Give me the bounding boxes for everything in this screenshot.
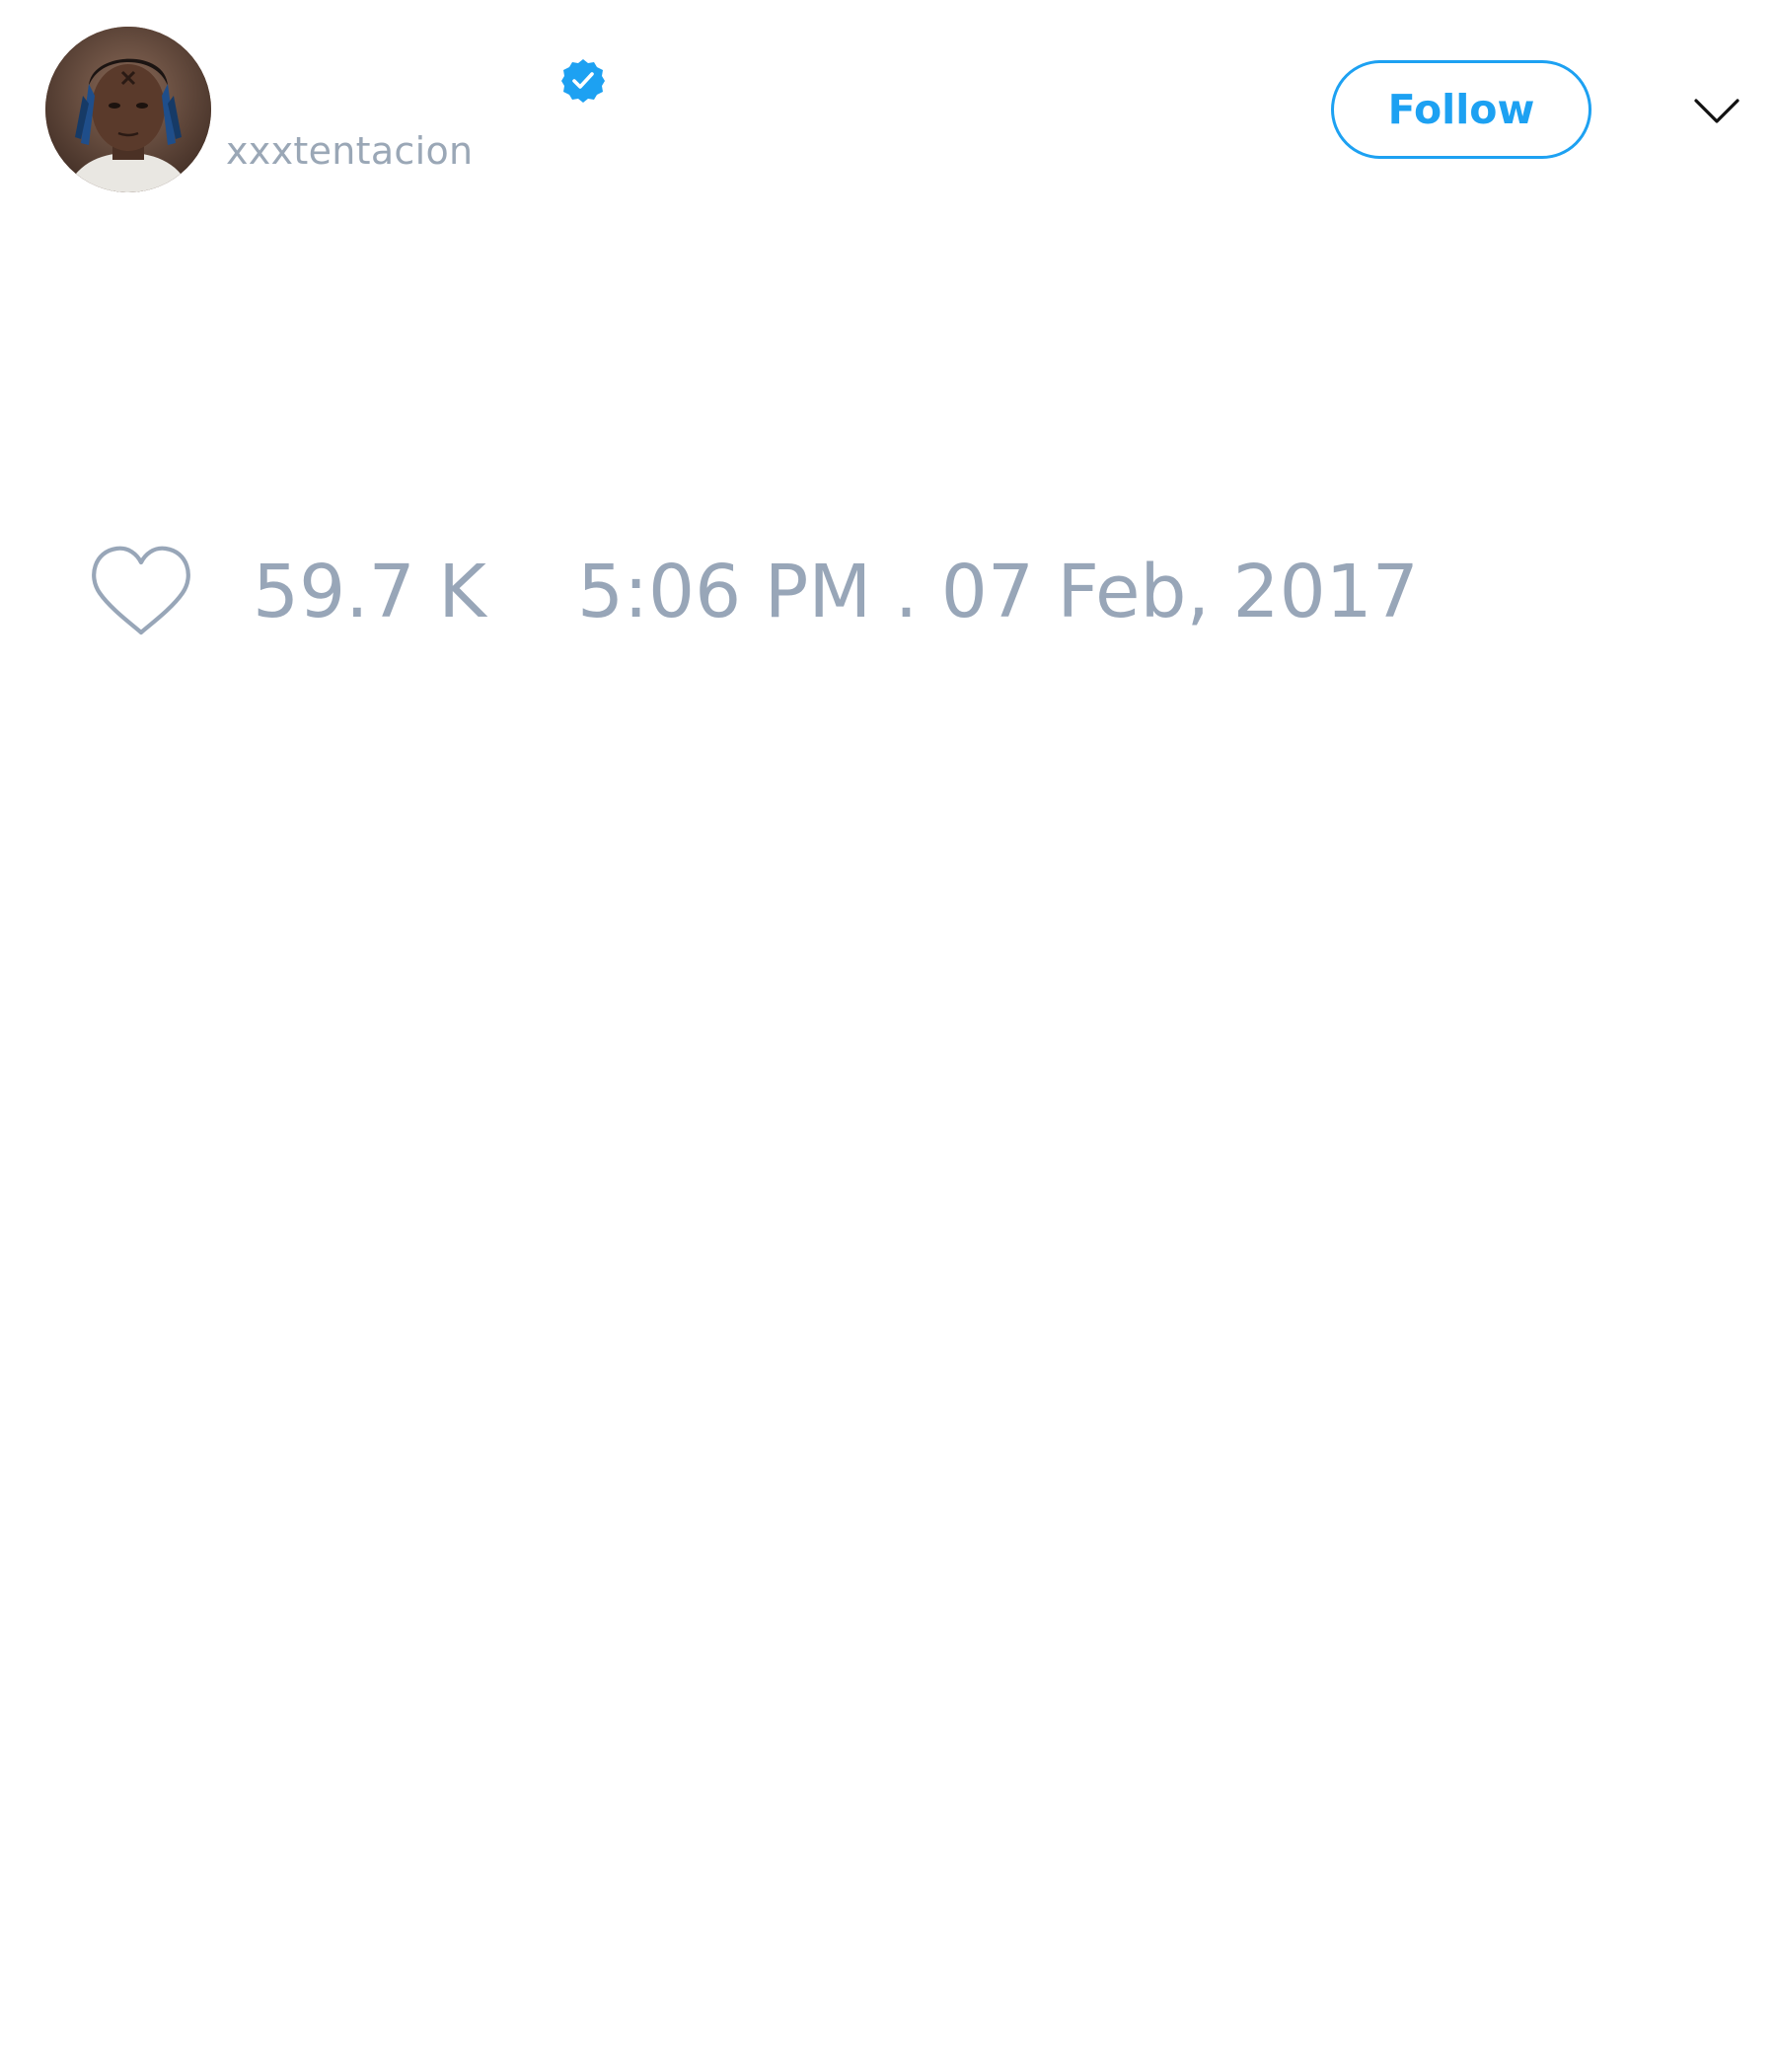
chevron-down-icon[interactable] — [1692, 91, 1741, 130]
avatar[interactable] — [45, 27, 211, 192]
like-count: 59.7 K — [253, 550, 486, 634]
tweet-card: xxxtentacion Follow 59.7 K 5:06 PM . 07 … — [0, 0, 1776, 2072]
heart-outline-icon[interactable] — [89, 544, 193, 636]
avatar-image — [45, 27, 211, 192]
username[interactable]: xxxtentacion — [226, 128, 473, 174]
follow-button[interactable]: Follow — [1331, 60, 1591, 159]
tweet-timestamp[interactable]: 5:06 PM . 07 Feb, 2017 — [577, 549, 1419, 635]
verified-badge-icon — [561, 59, 605, 103]
